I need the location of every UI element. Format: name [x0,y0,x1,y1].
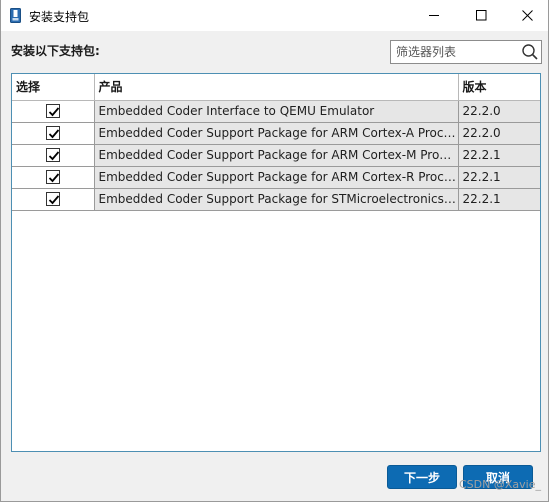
row-checkbox[interactable] [45,104,60,119]
maximize-button[interactable] [458,0,504,31]
close-icon [521,10,533,21]
table-row[interactable]: Embedded Coder Support Package for ARM C… [12,144,540,167]
watermark-text: CSDN @Xavie_ [459,478,541,491]
version-cell: 22.2.1 [458,188,540,211]
product-cell: Embedded Coder Support Package for ARM C… [94,122,459,145]
row-checkbox[interactable] [45,148,60,163]
install-dialog-window: 安装支持包 安装以下支持包: 筛选器列表 选择 产品 版本 Embedded C… [0,0,549,502]
package-table: 选择 产品 版本 Embedded Coder Interface to QEM… [11,73,541,452]
column-header-product[interactable]: 产品 [94,74,459,101]
maximize-icon [475,10,486,21]
dialog-content: 安装以下支持包: 选择 产品 版本 [1,31,548,501]
version-cell: 22.2.1 [458,144,540,167]
close-button[interactable] [504,0,549,31]
next-button[interactable]: 下一步 [387,465,457,489]
version-cell: 22.2.1 [458,166,540,189]
column-header-version[interactable]: 版本 [458,74,540,101]
checkmark-icon [48,151,59,161]
version-cell: 22.2.0 [458,122,540,145]
select-cell[interactable] [12,100,95,123]
row-checkbox[interactable] [45,192,60,207]
select-cell[interactable] [12,122,95,145]
select-cell[interactable] [12,188,95,211]
select-cell[interactable] [12,144,95,167]
minimize-icon [428,15,439,16]
table-row[interactable]: Embedded Coder Support Package for ARM C… [12,166,540,189]
app-package-icon [10,8,21,23]
table-row[interactable]: Embedded Coder Interface to QEMU Emulato… [12,100,540,123]
row-checkbox[interactable] [45,170,60,185]
filter-input[interactable] [391,41,519,63]
select-cell[interactable] [12,166,95,189]
window-title: 安装支持包 [29,10,90,24]
table-row[interactable]: Embedded Coder Support Package for STMic… [12,188,540,211]
table-row[interactable]: Embedded Coder Support Package for ARM C… [12,122,540,145]
filter-field[interactable] [390,40,542,64]
column-header-select[interactable]: 选择 [12,74,95,101]
instruction-heading: 安装以下支持包: [11,44,100,58]
checkmark-icon [48,173,59,183]
title-bar: 安装支持包 [1,0,548,31]
product-cell: Embedded Coder Support Package for ARM C… [94,166,459,189]
product-cell: Embedded Coder Support Package for STMic… [94,188,459,211]
checkmark-icon [48,107,59,117]
table-header-row: 选择 产品 版本 [12,74,540,101]
minimize-button[interactable] [411,0,457,31]
product-cell: Embedded Coder Interface to QEMU Emulato… [94,100,459,123]
search-icon[interactable] [521,43,539,61]
checkmark-icon [48,195,59,205]
product-cell: Embedded Coder Support Package for ARM C… [94,144,459,167]
version-cell: 22.2.0 [458,100,540,123]
row-checkbox[interactable] [45,126,60,141]
checkmark-icon [48,129,59,139]
